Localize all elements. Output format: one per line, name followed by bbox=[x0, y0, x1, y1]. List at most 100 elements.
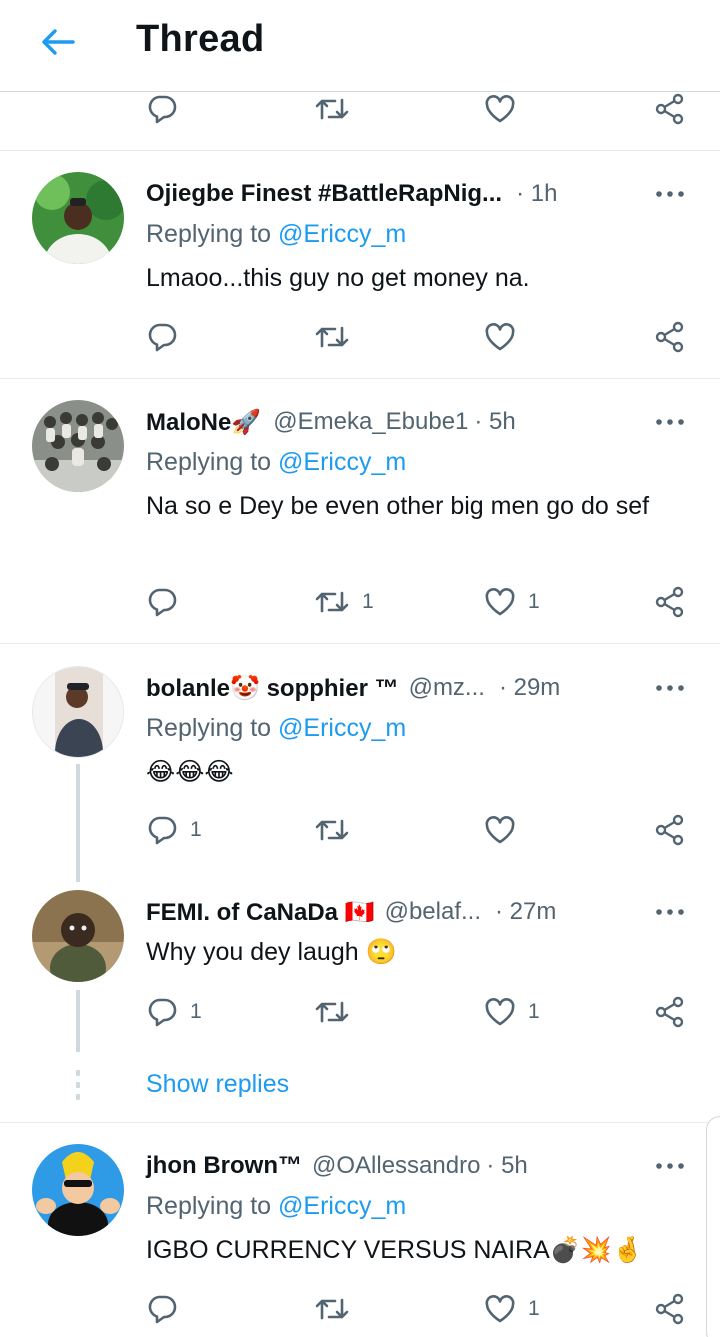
reply-button[interactable]: 1 bbox=[146, 810, 202, 850]
more-icon bbox=[656, 419, 684, 425]
share-button[interactable] bbox=[654, 317, 686, 357]
mention-link[interactable]: @Ericcy_m bbox=[278, 714, 406, 742]
tweet-header: MaloNe🚀 @Emeka_Ebube1 · 5h bbox=[146, 402, 516, 442]
user-handle[interactable]: @mz... bbox=[409, 674, 485, 702]
divider bbox=[0, 643, 720, 644]
like-icon bbox=[485, 816, 515, 844]
like-button[interactable] bbox=[484, 810, 528, 850]
retweet-icon bbox=[315, 819, 349, 841]
tweet-header: bolanle🤡 sopphier ™ @mz... · 29m bbox=[146, 668, 560, 708]
share-icon bbox=[655, 1293, 684, 1325]
like-button[interactable]: 1 bbox=[484, 1289, 540, 1329]
retweet-button[interactable] bbox=[314, 1289, 362, 1329]
like-button[interactable] bbox=[484, 89, 516, 129]
back-button[interactable] bbox=[36, 24, 80, 60]
share-icon bbox=[655, 321, 684, 353]
like-icon bbox=[485, 95, 515, 123]
more-button[interactable] bbox=[654, 406, 686, 438]
reply-button[interactable]: 1 bbox=[146, 992, 202, 1032]
like-button[interactable] bbox=[484, 317, 528, 357]
scroll-handle[interactable] bbox=[706, 1116, 720, 1337]
divider bbox=[0, 378, 720, 379]
avatar[interactable] bbox=[32, 400, 124, 492]
tweet-text: Na so e Dey be even other big men go do … bbox=[146, 492, 650, 520]
like-button[interactable]: 1 bbox=[484, 582, 540, 622]
more-button[interactable] bbox=[654, 672, 686, 704]
like-icon bbox=[485, 1295, 515, 1323]
reply-icon bbox=[148, 998, 177, 1027]
share-button[interactable] bbox=[654, 992, 686, 1032]
mention-link[interactable]: @Ericcy_m bbox=[278, 448, 406, 476]
more-icon bbox=[656, 1163, 684, 1169]
share-button[interactable] bbox=[654, 582, 686, 622]
user-handle[interactable]: @belaf... bbox=[385, 898, 481, 926]
tweet-actions: 1 1 bbox=[146, 582, 696, 622]
thread-connector bbox=[76, 990, 80, 1052]
reply-count: 1 bbox=[190, 1000, 202, 1023]
reply-button[interactable] bbox=[146, 582, 190, 622]
more-button[interactable] bbox=[654, 1150, 686, 1182]
share-icon bbox=[655, 93, 684, 125]
display-name[interactable]: Ojiegbe Finest #BattleRapNig... bbox=[146, 180, 502, 208]
reply-button[interactable] bbox=[146, 89, 178, 129]
share-button[interactable] bbox=[654, 1289, 686, 1329]
tweet-text: Why you dey laugh 🙄 bbox=[146, 938, 397, 966]
retweet-icon bbox=[315, 1001, 349, 1023]
share-icon bbox=[655, 586, 684, 618]
reply-button[interactable] bbox=[146, 317, 190, 357]
display-name[interactable]: MaloNe🚀 bbox=[146, 408, 261, 437]
replying-label: Replying to bbox=[146, 220, 279, 248]
retweet-icon bbox=[315, 98, 349, 120]
more-button[interactable] bbox=[654, 896, 686, 928]
retweet-button[interactable] bbox=[314, 89, 350, 129]
show-replies-link[interactable]: Show replies bbox=[146, 1070, 289, 1099]
avatar[interactable] bbox=[32, 890, 124, 982]
retweet-button[interactable] bbox=[314, 317, 362, 357]
replying-to: Replying to @Ericcy_m bbox=[146, 714, 406, 743]
like-icon bbox=[485, 588, 515, 616]
like-count: 1 bbox=[528, 590, 540, 613]
retweet-button[interactable]: 1 bbox=[314, 582, 374, 622]
share-icon bbox=[655, 996, 684, 1028]
reply-button[interactable] bbox=[146, 1289, 190, 1329]
share-icon bbox=[655, 814, 684, 846]
like-count: 1 bbox=[528, 1000, 540, 1023]
retweet-icon bbox=[315, 326, 349, 348]
display-name[interactable]: FEMI. of CaNaDa 🇨🇦 bbox=[146, 898, 375, 927]
avatar[interactable] bbox=[32, 666, 124, 758]
replying-label: Replying to bbox=[146, 448, 279, 476]
tweet-header: Ojiegbe Finest #BattleRapNig... · 1h bbox=[146, 174, 557, 214]
mention-link[interactable]: @Ericcy_m bbox=[278, 1192, 406, 1220]
retweet-button[interactable] bbox=[314, 810, 362, 850]
replying-to: Replying to @Ericcy_m bbox=[146, 1192, 406, 1221]
tweet-header: jhon Brown™ @OAllessandro · 5h bbox=[146, 1146, 528, 1186]
display-name[interactable]: jhon Brown™ bbox=[146, 1152, 302, 1180]
like-button[interactable]: 1 bbox=[484, 992, 540, 1032]
avatar[interactable] bbox=[32, 172, 124, 264]
replying-to: Replying to @Ericcy_m bbox=[146, 448, 406, 477]
share-button[interactable] bbox=[654, 89, 686, 129]
display-name[interactable]: bolanle🤡 sopphier ™ bbox=[146, 674, 399, 703]
retweet-count: 1 bbox=[362, 590, 374, 613]
user-handle[interactable]: @OAllessandro bbox=[312, 1152, 480, 1180]
reply-icon bbox=[148, 1295, 177, 1324]
reply-icon bbox=[148, 588, 177, 617]
retweet-button[interactable] bbox=[314, 992, 362, 1032]
like-icon bbox=[485, 323, 515, 351]
like-count: 1 bbox=[528, 1297, 540, 1320]
tweet-text: Lmaoo...this guy no get money na. bbox=[146, 264, 530, 292]
mention-link[interactable]: @Ericcy_m bbox=[278, 220, 406, 248]
divider bbox=[0, 150, 720, 151]
avatar[interactable] bbox=[32, 1144, 124, 1236]
user-handle[interactable]: @Emeka_Ebube1 bbox=[273, 408, 468, 436]
more-button[interactable] bbox=[654, 178, 686, 210]
timestamp: · 27m bbox=[495, 898, 557, 925]
top-app-bar: Thread bbox=[0, 0, 720, 92]
reply-icon bbox=[148, 95, 177, 124]
page-title: Thread bbox=[136, 18, 265, 60]
timestamp: · 5h bbox=[486, 1152, 528, 1179]
share-button[interactable] bbox=[654, 810, 686, 850]
retweet-icon bbox=[315, 591, 349, 613]
tweet-actions bbox=[146, 317, 696, 357]
tweet-actions: 1 1 bbox=[146, 992, 696, 1032]
